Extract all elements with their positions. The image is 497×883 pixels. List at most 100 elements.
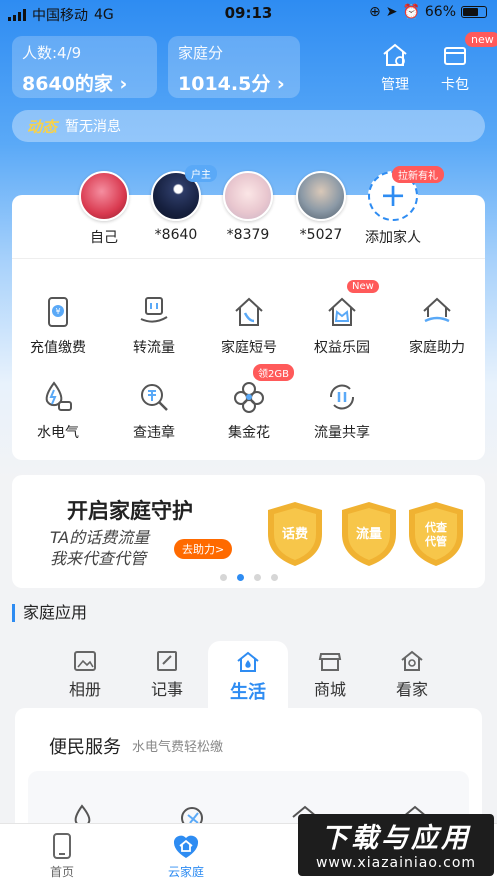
home-watch-icon <box>401 650 423 671</box>
page-dot[interactable] <box>253 574 261 581</box>
member-8379[interactable]: *8379 <box>211 171 285 243</box>
avatar <box>296 171 346 221</box>
tab-label: 生活 <box>230 682 266 703</box>
shield-label-line-1: 代查 <box>424 520 447 534</box>
avatar <box>79 171 129 221</box>
watermark-url: www.xiazainiao.com <box>315 855 477 871</box>
page-dot-active[interactable] <box>236 574 244 581</box>
status-bar: 中国移动 4G 09:13 ⊕ ➤ ⏰ 66% <box>0 0 497 26</box>
banner-title: 开启家庭守护 <box>67 499 193 523</box>
battery-icon <box>461 6 487 18</box>
service-label: 家庭短号 <box>221 340 277 356</box>
reward-badge: 领2GB <box>253 364 294 381</box>
tab-notes[interactable]: 记事 <box>132 650 202 700</box>
nav-cloud-family[interactable]: 云家庭 <box>146 832 226 880</box>
service-label: 充值缴费 <box>30 340 86 356</box>
svg-text:¥: ¥ <box>55 307 60 316</box>
member-name: *8640 <box>154 227 198 243</box>
banner-line-1: TA的话费流量 <box>50 528 150 547</box>
service-label: 家庭助力 <box>409 340 465 356</box>
service-family-help[interactable]: 家庭助力 <box>391 295 483 357</box>
tab-album[interactable]: 相册 <box>50 650 120 700</box>
service-recharge[interactable]: ¥ 充值缴费 <box>12 295 104 357</box>
go-help-button[interactable]: 去助力> <box>174 539 233 559</box>
cloud-family-icon <box>173 835 199 858</box>
service-traffic-violation[interactable]: 查违章 <box>108 380 200 442</box>
shield-data: 流量 <box>338 500 400 568</box>
shield-label: 流量 <box>356 526 382 542</box>
banner-pagination <box>0 574 497 581</box>
rotation-lock-icon: ⊕ <box>368 4 381 20</box>
news-bar[interactable]: 动态 暂无消息 <box>12 110 485 142</box>
collect-flower-icon <box>234 382 264 413</box>
new-badge: New <box>347 280 379 293</box>
service-data-share[interactable]: 流量共享 <box>296 380 388 442</box>
member-self[interactable]: 自己 <box>67 171 141 247</box>
family-score-box[interactable]: 家庭分 1014.5分 › <box>168 36 300 98</box>
banner-subtitle: TA的话费流量 我来代查代管 <box>50 527 149 569</box>
service-rights-park[interactable]: 权益乐园 <box>296 295 388 357</box>
tab-mall[interactable]: 商城 <box>295 650 365 700</box>
tab-home-watch[interactable]: 看家 <box>377 650 447 700</box>
nav-label: 首页 <box>49 865 74 879</box>
service-collect-flower[interactable]: 集金花 <box>203 380 295 442</box>
service-family-short-number[interactable]: 家庭短号 <box>203 295 295 357</box>
data-share-icon <box>329 384 355 410</box>
mall-icon <box>318 653 342 671</box>
member-count-label: 人数:4/9 <box>22 44 82 62</box>
page-dot[interactable] <box>219 574 227 581</box>
manage-label: 管理 <box>381 77 409 93</box>
panel-subtitle: 水电气费轻松缴 <box>132 740 224 755</box>
family-guard-banner[interactable]: 开启家庭守护 TA的话费流量 我来代查代管 去助力> 话费 流量 代查代管 <box>12 475 485 588</box>
member-name: 自己 <box>90 230 118 246</box>
service-label: 转流量 <box>133 340 175 356</box>
family-score-label: 家庭分 <box>178 44 224 62</box>
wallet-icon <box>444 47 466 65</box>
service-utilities[interactable]: 水电气 <box>12 380 104 442</box>
service-transfer-data[interactable]: 转流量 <box>108 295 200 357</box>
member-count-box[interactable]: 人数:4/9 8640的家 › <box>12 36 157 98</box>
tab-label: 记事 <box>150 680 183 699</box>
shield-manage: 代查代管 <box>405 500 467 568</box>
family-short-number-icon <box>235 297 263 326</box>
news-tag: 动态 <box>27 117 58 136</box>
tab-label: 相册 <box>68 680 101 699</box>
wallet-label: 卡包 <box>441 77 469 93</box>
family-score-value: 1014.5分 › <box>178 73 285 95</box>
tab-label: 看家 <box>395 680 428 699</box>
divider <box>12 258 485 259</box>
tab-label: 商城 <box>313 680 346 699</box>
recharge-icon: ¥ <box>48 297 68 327</box>
nav-home[interactable]: 首页 <box>22 832 102 880</box>
shield-label: 话费 <box>282 526 308 542</box>
invite-badge: 拉新有礼 <box>392 166 444 183</box>
utilities-icon <box>45 381 72 411</box>
shield-icon: 流量 <box>342 502 396 566</box>
transfer-data-icon <box>140 297 168 323</box>
member-name: *8379 <box>226 227 270 243</box>
news-text: 暂无消息 <box>65 119 122 135</box>
add-family-label: 添加家人 <box>365 230 421 246</box>
service-label: 查违章 <box>133 425 175 441</box>
panel-title: 便民服务 <box>49 737 121 758</box>
tab-life[interactable]: 生活 <box>213 650 283 704</box>
member-name: *5027 <box>299 227 343 243</box>
shield-call-fee: 话费 <box>264 500 326 568</box>
section-title: 家庭应用 <box>12 604 87 622</box>
rights-park-icon <box>328 297 356 326</box>
service-label: 集金花 <box>228 425 270 441</box>
traffic-violation-icon <box>141 384 168 411</box>
battery-percent: 66% <box>424 4 456 20</box>
life-icon <box>237 651 259 672</box>
page-dot[interactable] <box>270 574 278 581</box>
avatar <box>223 171 273 221</box>
family-help-icon <box>423 297 451 323</box>
member-5027[interactable]: *5027 <box>284 171 358 243</box>
shield-icon: 话费 <box>268 502 322 566</box>
manage-button[interactable]: 管理 <box>370 42 420 94</box>
alarm-icon: ⏰ <box>402 4 420 20</box>
location-icon: ➤ <box>385 4 398 20</box>
wallet-button[interactable]: 卡包 <box>430 42 480 94</box>
service-label: 权益乐园 <box>314 340 370 356</box>
note-icon <box>157 651 177 671</box>
